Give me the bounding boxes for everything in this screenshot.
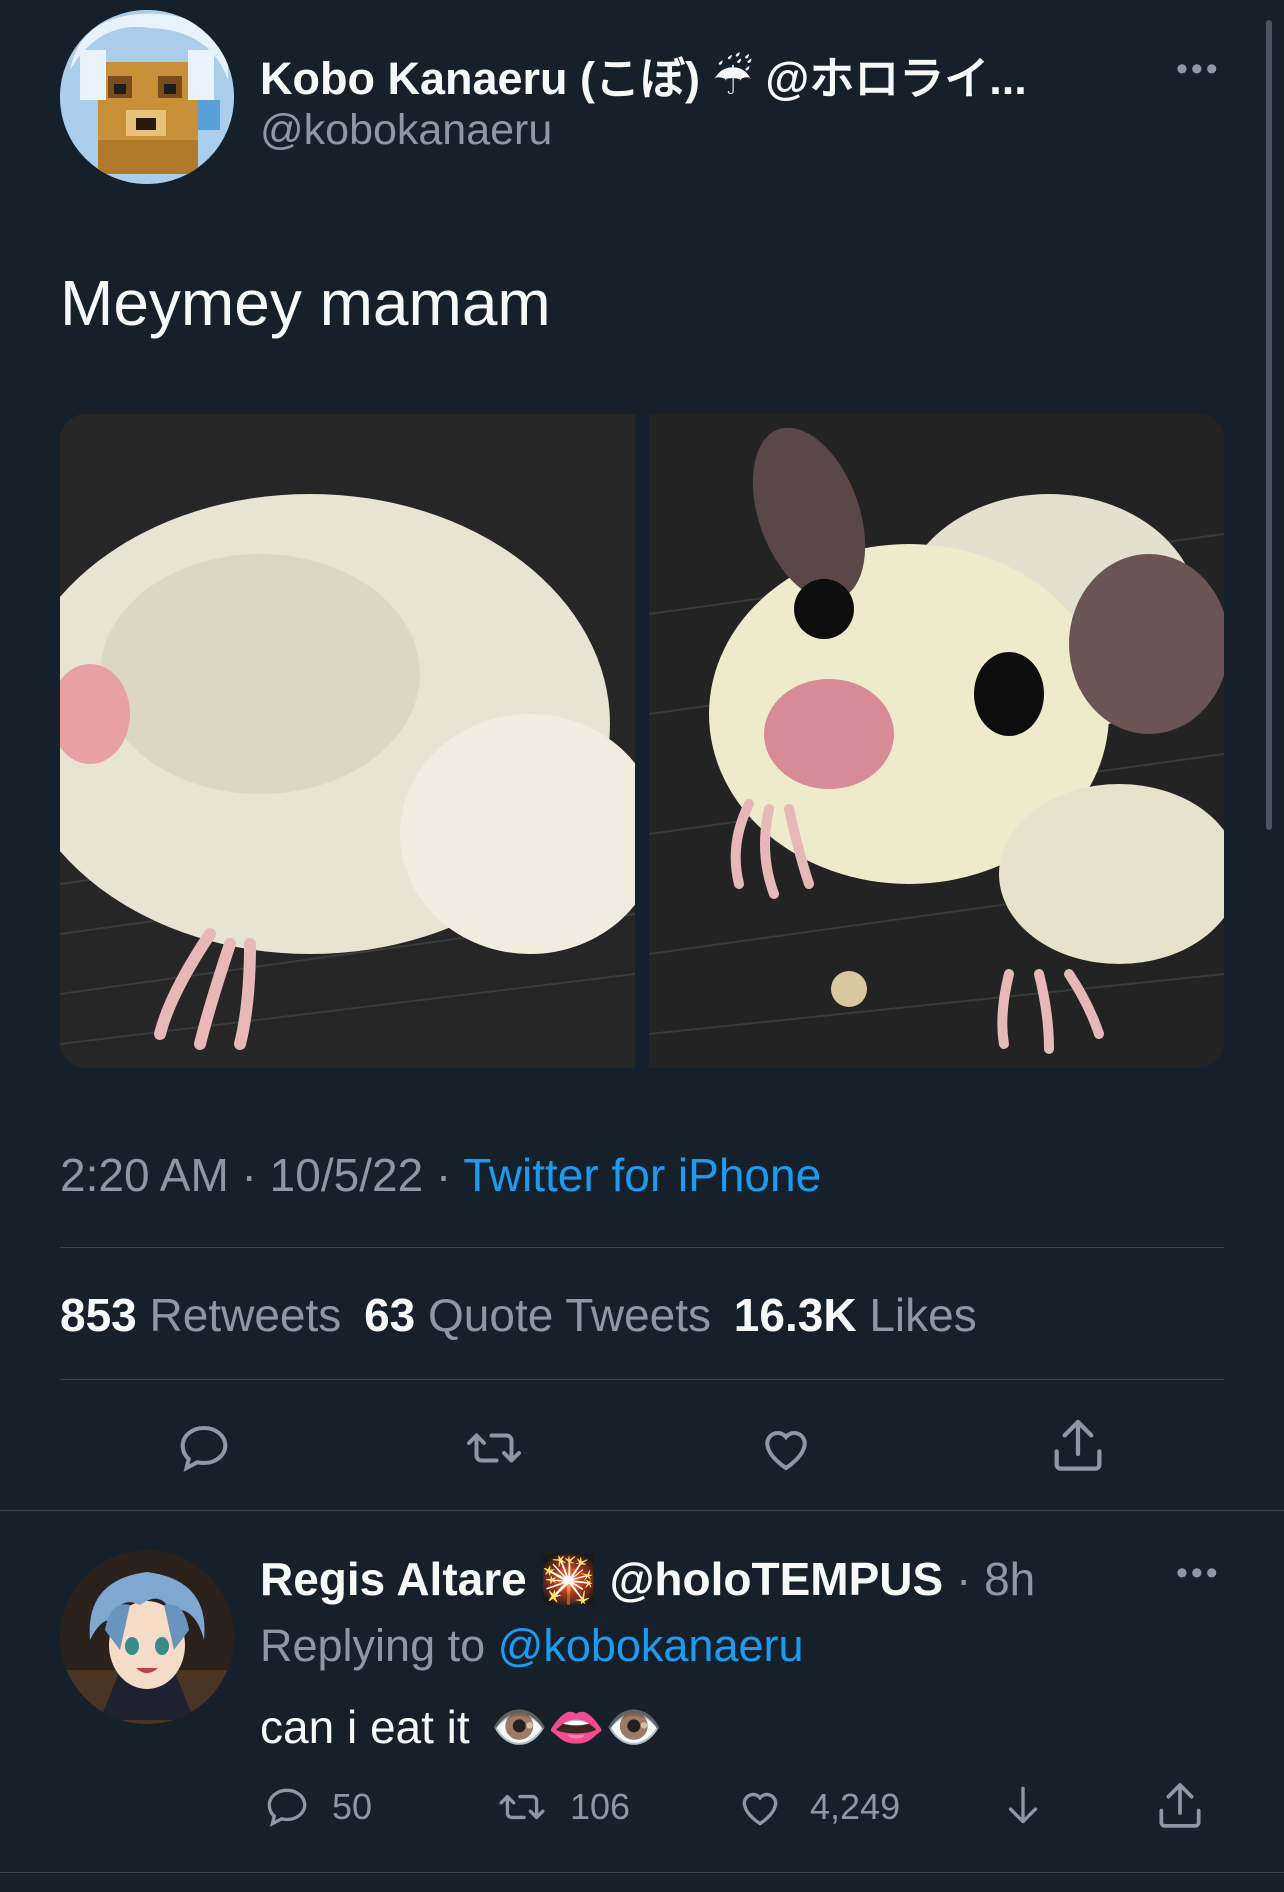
author-handle[interactable]: @kobokanaeru (260, 106, 552, 155)
divider (60, 1379, 1224, 1380)
reply-text: can i eat it 👁️👄👁️ (260, 1700, 662, 1755)
share-icon[interactable] (1046, 1414, 1110, 1478)
media-photo-2[interactable] (649, 414, 1224, 1068)
regis-anime-avatar-icon (60, 1550, 234, 1724)
likes-stat[interactable]: 16.3K Likes (734, 1289, 977, 1341)
quotes-label: Quote Tweets (428, 1289, 712, 1341)
retweet-icon[interactable] (462, 1418, 526, 1478)
like-icon[interactable] (756, 1418, 816, 1478)
reply-reply-button[interactable]: 50 (262, 1782, 372, 1832)
umbrella-emoji-icon: ☔ (712, 53, 753, 104)
reply-age[interactable]: 8h (984, 1553, 1035, 1605)
tweet-text: Meymey mamam (60, 267, 551, 339)
reply-icon[interactable] (174, 1418, 234, 1478)
divider (0, 1872, 1284, 1873)
tweet-source-link[interactable]: Twitter for iPhone (463, 1149, 821, 1201)
reply-like-button[interactable]: 4,249 (734, 1782, 900, 1832)
reply-retweets-count: 106 (570, 1786, 631, 1827)
reply-age-separator: · (943, 1553, 985, 1605)
reply-text-body: can i eat it (260, 1701, 470, 1753)
retweets-label: Retweets (149, 1289, 342, 1341)
more-options-icon[interactable]: ••• (1176, 52, 1221, 86)
tweet-stats: 853 Retweets 63 Quote Tweets 16.3K Likes (60, 1288, 977, 1342)
kobo-pixel-avatar-icon (60, 10, 234, 184)
divider (0, 1510, 1284, 1511)
author-display-name[interactable]: Kobo Kanaeru (こぼ) ☔ @ホロライ... (260, 42, 1027, 107)
replying-to-label: Replying to (260, 1620, 498, 1671)
display-name-suffix: @ホロライ... (765, 53, 1027, 104)
likes-label: Likes (869, 1289, 977, 1341)
timestamp-separator: · (423, 1149, 464, 1201)
reply-header: Regis Altare 🎇 @holoTEMPUS · 8h (260, 1552, 1035, 1607)
download-icon[interactable] (998, 1780, 1048, 1834)
quotes-count: 63 (364, 1289, 416, 1341)
display-name-text: Kobo Kanaeru (こぼ) (260, 53, 701, 104)
reply-display-name[interactable]: Regis Altare (260, 1553, 527, 1605)
tweet-date[interactable]: 10/5/22 (270, 1149, 423, 1201)
sugar-glider-photo-1-icon (60, 414, 635, 1068)
timestamp-separator: · (228, 1149, 270, 1201)
quote-tweets-stat[interactable]: 63 Quote Tweets (364, 1289, 724, 1341)
eye-mouth-eye-emoji-icon: 👁️👄👁️ (490, 1701, 663, 1753)
reply-replies-count: 50 (332, 1786, 373, 1827)
reply-handle[interactable]: @holoTEMPUS (610, 1553, 944, 1605)
sugar-glider-photo-2-icon (649, 414, 1224, 1068)
reply-icon (267, 1788, 307, 1827)
reply-retweet-button[interactable]: 106 (494, 1782, 630, 1832)
reply-likes-count: 4,249 (810, 1786, 901, 1827)
like-icon (742, 1792, 778, 1826)
reply-author-avatar[interactable] (60, 1550, 234, 1724)
retweet-icon (499, 1794, 545, 1820)
retweets-stat[interactable]: 853 Retweets (60, 1289, 354, 1341)
media-photo-1[interactable] (60, 414, 635, 1068)
replying-to: Replying to @kobokanaeru (260, 1620, 804, 1672)
reply-more-options-icon[interactable]: ••• (1176, 1556, 1221, 1590)
firework-emoji-icon: 🎇 (539, 1553, 597, 1605)
tweet-time[interactable]: 2:20 AM (60, 1149, 229, 1201)
author-avatar[interactable] (60, 10, 234, 184)
retweets-count: 853 (60, 1289, 137, 1341)
reply-share-icon[interactable] (1152, 1778, 1208, 1834)
tweet-timestamp: 2:20 AM · 10/5/22 · Twitter for iPhone (60, 1148, 821, 1202)
scrollbar-thumb[interactable] (1266, 20, 1272, 830)
divider (60, 1247, 1224, 1248)
likes-count: 16.3K (733, 1289, 857, 1341)
replying-to-handle[interactable]: @kobokanaeru (498, 1620, 804, 1671)
media-grid (60, 414, 1224, 1068)
